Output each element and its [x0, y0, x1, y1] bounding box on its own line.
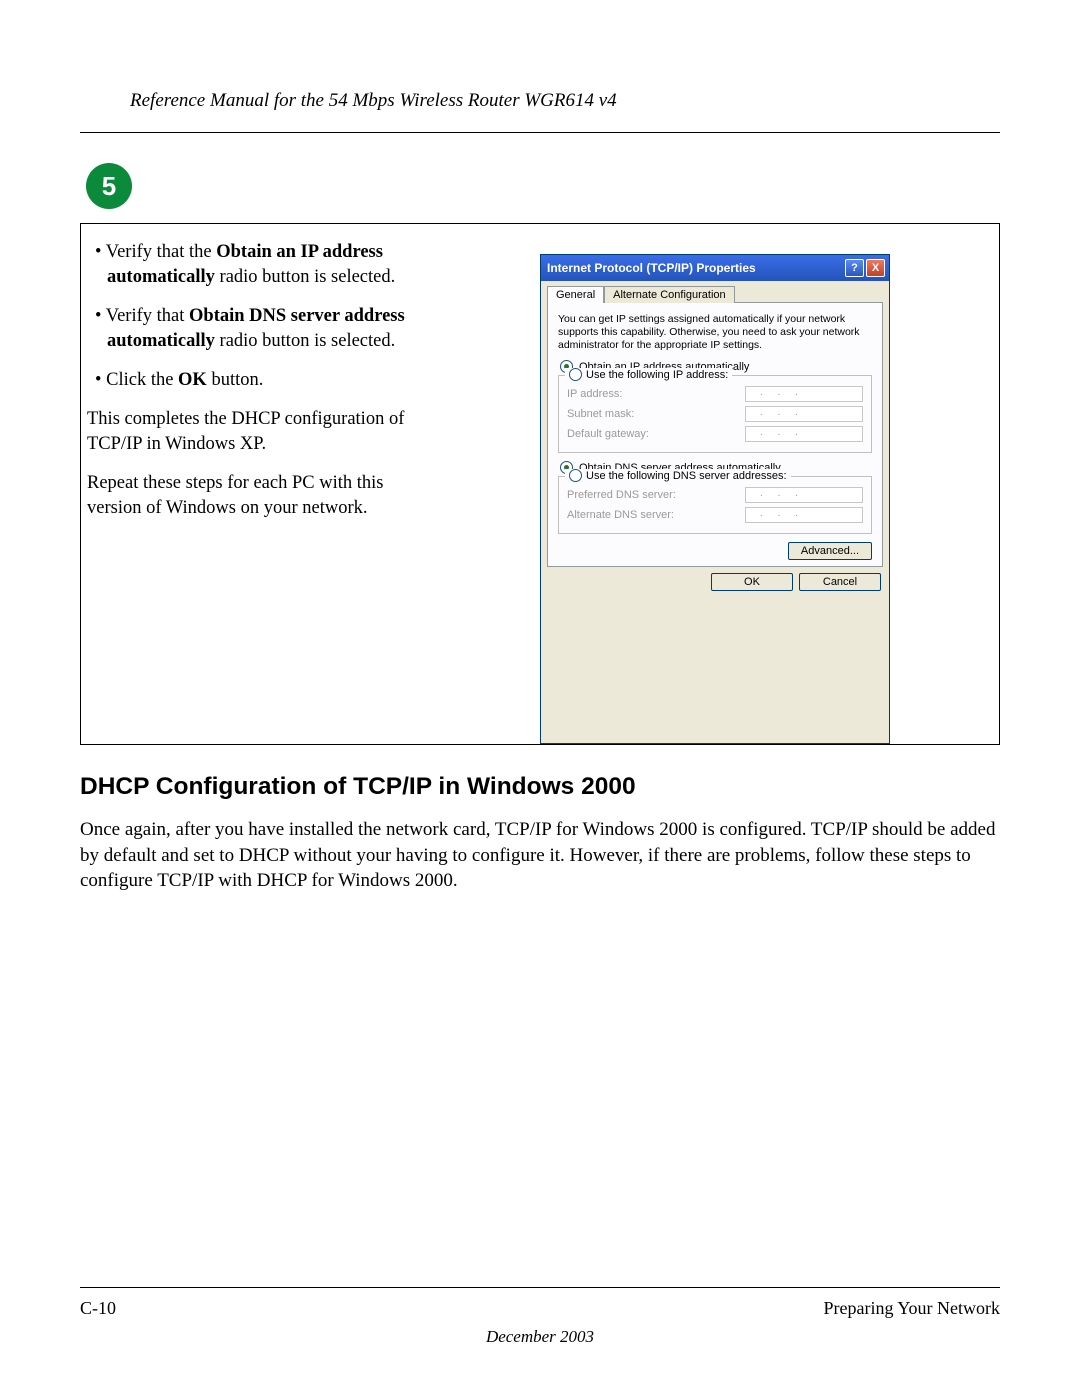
dialog-title: Internet Protocol (TCP/IP) Properties: [547, 261, 756, 275]
input-preferred-dns[interactable]: . . .: [745, 487, 863, 503]
instruction-text-column: • Verify that the Obtain an IP address a…: [81, 224, 431, 744]
label-ip-address: IP address:: [567, 388, 622, 400]
radio-use-following-dns[interactable]: Use the following DNS server addresses:: [586, 470, 787, 482]
label-subnet-mask: Subnet mask:: [567, 408, 634, 420]
dialog-titlebar: Internet Protocol (TCP/IP) Properties ? …: [541, 255, 889, 281]
repeat-note: Repeat these steps for each PC with this…: [87, 471, 427, 521]
radio-use-following-ip[interactable]: Use the following IP address:: [586, 369, 728, 381]
header-rule: [80, 132, 1000, 133]
close-button[interactable]: X: [866, 259, 885, 277]
help-button[interactable]: ?: [845, 259, 864, 277]
input-alternate-dns[interactable]: . . .: [745, 507, 863, 523]
bullet-verify-dns: • Verify that Obtain DNS server address …: [87, 304, 427, 354]
label-default-gateway: Default gateway:: [567, 428, 649, 440]
footer-date: December 2003: [80, 1327, 1000, 1347]
dialog-body: You can get IP settings assigned automat…: [547, 302, 883, 567]
group-static-ip: Use the following IP address: IP address…: [558, 375, 872, 453]
advanced-button[interactable]: Advanced...: [788, 542, 872, 560]
page-number: C-10: [80, 1298, 116, 1319]
step-number-badge: 5: [86, 163, 132, 209]
cancel-button[interactable]: Cancel: [799, 573, 881, 591]
section-paragraph: Once again, after you have installed the…: [80, 817, 1000, 894]
bullet-verify-ip: • Verify that the Obtain an IP address a…: [87, 240, 427, 290]
completion-note: This completes the DHCP configuration of…: [87, 407, 427, 457]
input-ip-address[interactable]: . . .: [745, 386, 863, 402]
group-static-dns: Use the following DNS server addresses: …: [558, 476, 872, 534]
footer-section-name: Preparing Your Network: [824, 1298, 1000, 1319]
label-preferred-dns: Preferred DNS server:: [567, 489, 676, 501]
dialog-tabs: General Alternate Configuration: [541, 281, 889, 302]
tab-alternate-configuration[interactable]: Alternate Configuration: [604, 286, 735, 303]
running-header: Reference Manual for the 54 Mbps Wireles…: [80, 60, 1000, 124]
radio-dot-icon: [569, 469, 582, 482]
input-default-gateway[interactable]: . . .: [745, 426, 863, 442]
page-footer: C-10 Preparing Your Network December 200…: [80, 1287, 1000, 1347]
screenshot-column: Internet Protocol (TCP/IP) Properties ? …: [431, 224, 999, 744]
radio-dot-icon: [569, 368, 582, 381]
ok-button[interactable]: OK: [711, 573, 793, 591]
label-alternate-dns: Alternate DNS server:: [567, 509, 674, 521]
tcpip-properties-dialog: Internet Protocol (TCP/IP) Properties ? …: [540, 254, 890, 744]
tab-general[interactable]: General: [547, 286, 604, 303]
bullet-click-ok: • Click the OK button.: [87, 368, 427, 393]
section-heading: DHCP Configuration of TCP/IP in Windows …: [80, 773, 1000, 801]
dialog-description: You can get IP settings assigned automat…: [558, 313, 872, 352]
instruction-box: • Verify that the Obtain an IP address a…: [80, 223, 1000, 745]
input-subnet-mask[interactable]: . . .: [745, 406, 863, 422]
